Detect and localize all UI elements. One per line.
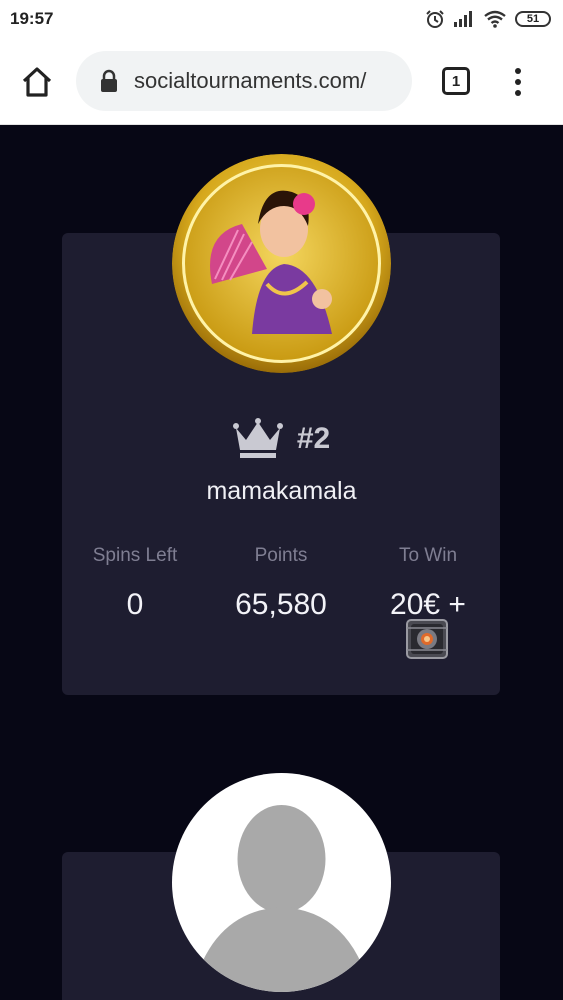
address-bar[interactable]: socialtournaments.com/ xyxy=(76,51,412,111)
lock-icon xyxy=(101,69,117,92)
player-avatar-placeholder xyxy=(172,773,391,992)
status-icons: 51 xyxy=(425,9,551,29)
status-time: 19:57 xyxy=(10,9,54,28)
url-text: socialtournaments.com/ xyxy=(134,68,367,93)
browser-toolbar: socialtournaments.com/ 1 xyxy=(0,38,563,125)
spins-left-label: Spins Left xyxy=(92,545,178,566)
menu-icon[interactable] xyxy=(510,66,526,98)
player-rank: #2 xyxy=(296,422,331,455)
tabs-icon[interactable]: 1 xyxy=(442,67,470,95)
player-username: mamakamala xyxy=(206,477,357,505)
crown-icon xyxy=(232,418,283,458)
to-win-label: To Win xyxy=(398,545,458,566)
status-bar: 19:57 51 xyxy=(0,0,563,38)
alarm-icon xyxy=(426,10,444,28)
signal-icon xyxy=(454,11,472,27)
spins-left-value: 0 xyxy=(126,588,144,621)
wifi-icon xyxy=(484,10,506,28)
points-label: Points xyxy=(254,545,308,566)
battery-icon: 51 xyxy=(515,11,551,27)
rank-row: #2 xyxy=(0,418,563,460)
player-avatar xyxy=(172,154,391,373)
home-icon[interactable] xyxy=(18,63,56,101)
points-value: 65,580 xyxy=(235,588,327,621)
prize-box-icon xyxy=(406,619,448,659)
